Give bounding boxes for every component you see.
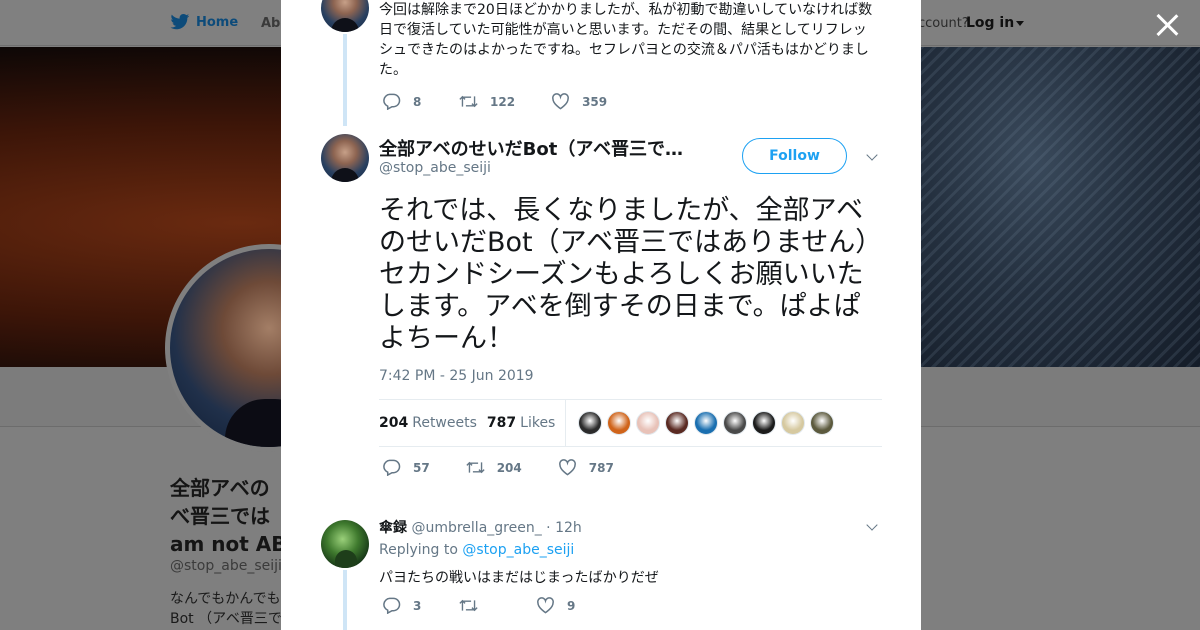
main-tweet-handle[interactable]: @stop_abe_seiji [379, 160, 491, 176]
main-tweet-avatar[interactable] [321, 134, 369, 182]
stats-divider [565, 399, 567, 447]
like-count: 359 [582, 94, 608, 109]
liker-avatar[interactable] [781, 411, 806, 435]
previous-tweet-avatar[interactable] [321, 0, 369, 32]
nav-home-label: Home [196, 14, 239, 30]
reply-tweet-header: 傘録 @umbrella_green_ · 12h [379, 517, 582, 537]
twitter-bird-icon [170, 14, 190, 30]
login-dropdown[interactable]: Log in [966, 15, 1025, 31]
like-button[interactable]: 787 [558, 459, 614, 476]
liker-avatar[interactable] [810, 411, 835, 435]
heart-icon [537, 597, 554, 614]
liker-avatars [578, 411, 835, 435]
reply-tweet-time[interactable]: · 12h [546, 520, 582, 536]
reply-button[interactable]: 3 [382, 597, 423, 614]
profile-bio-line: なんでもかんでも [170, 591, 281, 607]
nav-home-link[interactable]: Home [170, 13, 238, 31]
previous-tweet-actions: 8 122 359 [382, 93, 643, 110]
reply-button[interactable]: 57 [382, 459, 430, 476]
main-tweet-actions: 57 204 787 [382, 459, 650, 476]
close-modal-icon[interactable] [1154, 12, 1180, 38]
reply-tweet-display-name[interactable]: 傘録 [379, 520, 407, 536]
main-tweet-display-name[interactable]: 全部アベのせいだBot（アベ晋三で… [379, 135, 683, 161]
reply-tweet-text: パヨたちの戦いはまだはじまったばかりだぜ [379, 570, 659, 586]
engagement-stats: 204 Retweets 787 Likes [379, 399, 882, 447]
liker-avatar[interactable] [578, 411, 603, 435]
reply-icon [383, 93, 401, 110]
caret-down-icon [1016, 20, 1025, 26]
previous-tweet-text: 今回は解除まで20日ほどかかりましたが、私が初動で勘違いしていなければ数日で復活… [379, 2, 873, 78]
retweet-count: 204 [496, 460, 522, 475]
chevron-down-icon[interactable] [866, 150, 880, 164]
likes-stat-count: 787 [486, 415, 517, 431]
account-prompt: ccount? [918, 16, 969, 31]
like-count: 9 [567, 598, 576, 613]
profile-bio-line: Bot （アベ晋三で [170, 611, 282, 627]
reply-tweet-handle[interactable]: @umbrella_green_ [411, 520, 541, 536]
profile-name-line: am not ABE [170, 532, 290, 556]
profile-name: 全部アベの べ晋三では am not ABE [170, 474, 290, 558]
reply-tweet-avatar[interactable] [321, 520, 369, 568]
thread-connector [343, 570, 347, 630]
retweet-count: 122 [490, 94, 516, 109]
profile-handle: @stop_abe_seiji [170, 558, 282, 574]
retweet-icon [459, 95, 478, 108]
reply-count: 3 [413, 598, 422, 613]
reply-icon [383, 459, 401, 476]
liker-avatar[interactable] [723, 411, 748, 435]
chevron-down-icon[interactable] [866, 520, 880, 534]
reply-tweet-actions: 3 9 [382, 597, 613, 614]
like-button[interactable]: 359 [551, 93, 607, 110]
likes-stat-label: Likes [520, 415, 556, 431]
retweets-stat[interactable]: 204 Retweets [379, 415, 477, 431]
like-button[interactable]: 9 [536, 597, 577, 614]
replying-to: Replying to @stop_abe_seiji [379, 542, 574, 558]
retweets-stat-count: 204 [379, 415, 409, 431]
heart-icon [558, 459, 576, 476]
main-tweet-timestamp[interactable]: 7:42 PM - 25 Jun 2019 [379, 368, 534, 384]
retweet-button[interactable] [459, 597, 500, 614]
liker-avatar[interactable] [636, 411, 661, 435]
reply-button[interactable]: 8 [382, 93, 423, 110]
replying-to-prefix: Replying to [379, 542, 458, 558]
retweet-icon [466, 461, 485, 474]
liker-avatar[interactable] [694, 411, 719, 435]
retweet-icon [459, 599, 478, 612]
login-label: Log in [966, 15, 1015, 31]
reply-count: 57 [413, 460, 430, 475]
reply-icon [383, 597, 401, 614]
reply-count: 8 [413, 94, 422, 109]
retweet-button[interactable]: 204 [466, 459, 522, 476]
tweet-modal: 今回は解除まで20日ほどかかりましたが、私が初動で勘違いしていなければ数日で復活… [281, 0, 921, 630]
follow-button[interactable]: Follow [742, 138, 847, 174]
profile-bio: なんでもかんでも Bot （アベ晋三で [170, 589, 282, 629]
replying-to-link[interactable]: @stop_abe_seiji [462, 542, 574, 558]
thread-connector [343, 34, 347, 126]
liker-avatar[interactable] [665, 411, 690, 435]
heart-icon [552, 93, 569, 110]
like-count: 787 [588, 460, 614, 475]
profile-name-line: 全部アベの [170, 476, 270, 500]
likes-stat[interactable]: 787 Likes [487, 415, 555, 431]
profile-name-line: べ晋三では [170, 504, 270, 528]
liker-avatar[interactable] [607, 411, 632, 435]
retweets-stat-label: Retweets [412, 415, 477, 431]
retweet-button[interactable]: 122 [459, 93, 515, 110]
main-tweet-text: それでは、長くなりましたが、全部アベのせいだBot（アベ晋三ではありません）セカ… [379, 195, 869, 354]
banner-cloud-image [920, 47, 1200, 367]
liker-avatar[interactable] [752, 411, 777, 435]
